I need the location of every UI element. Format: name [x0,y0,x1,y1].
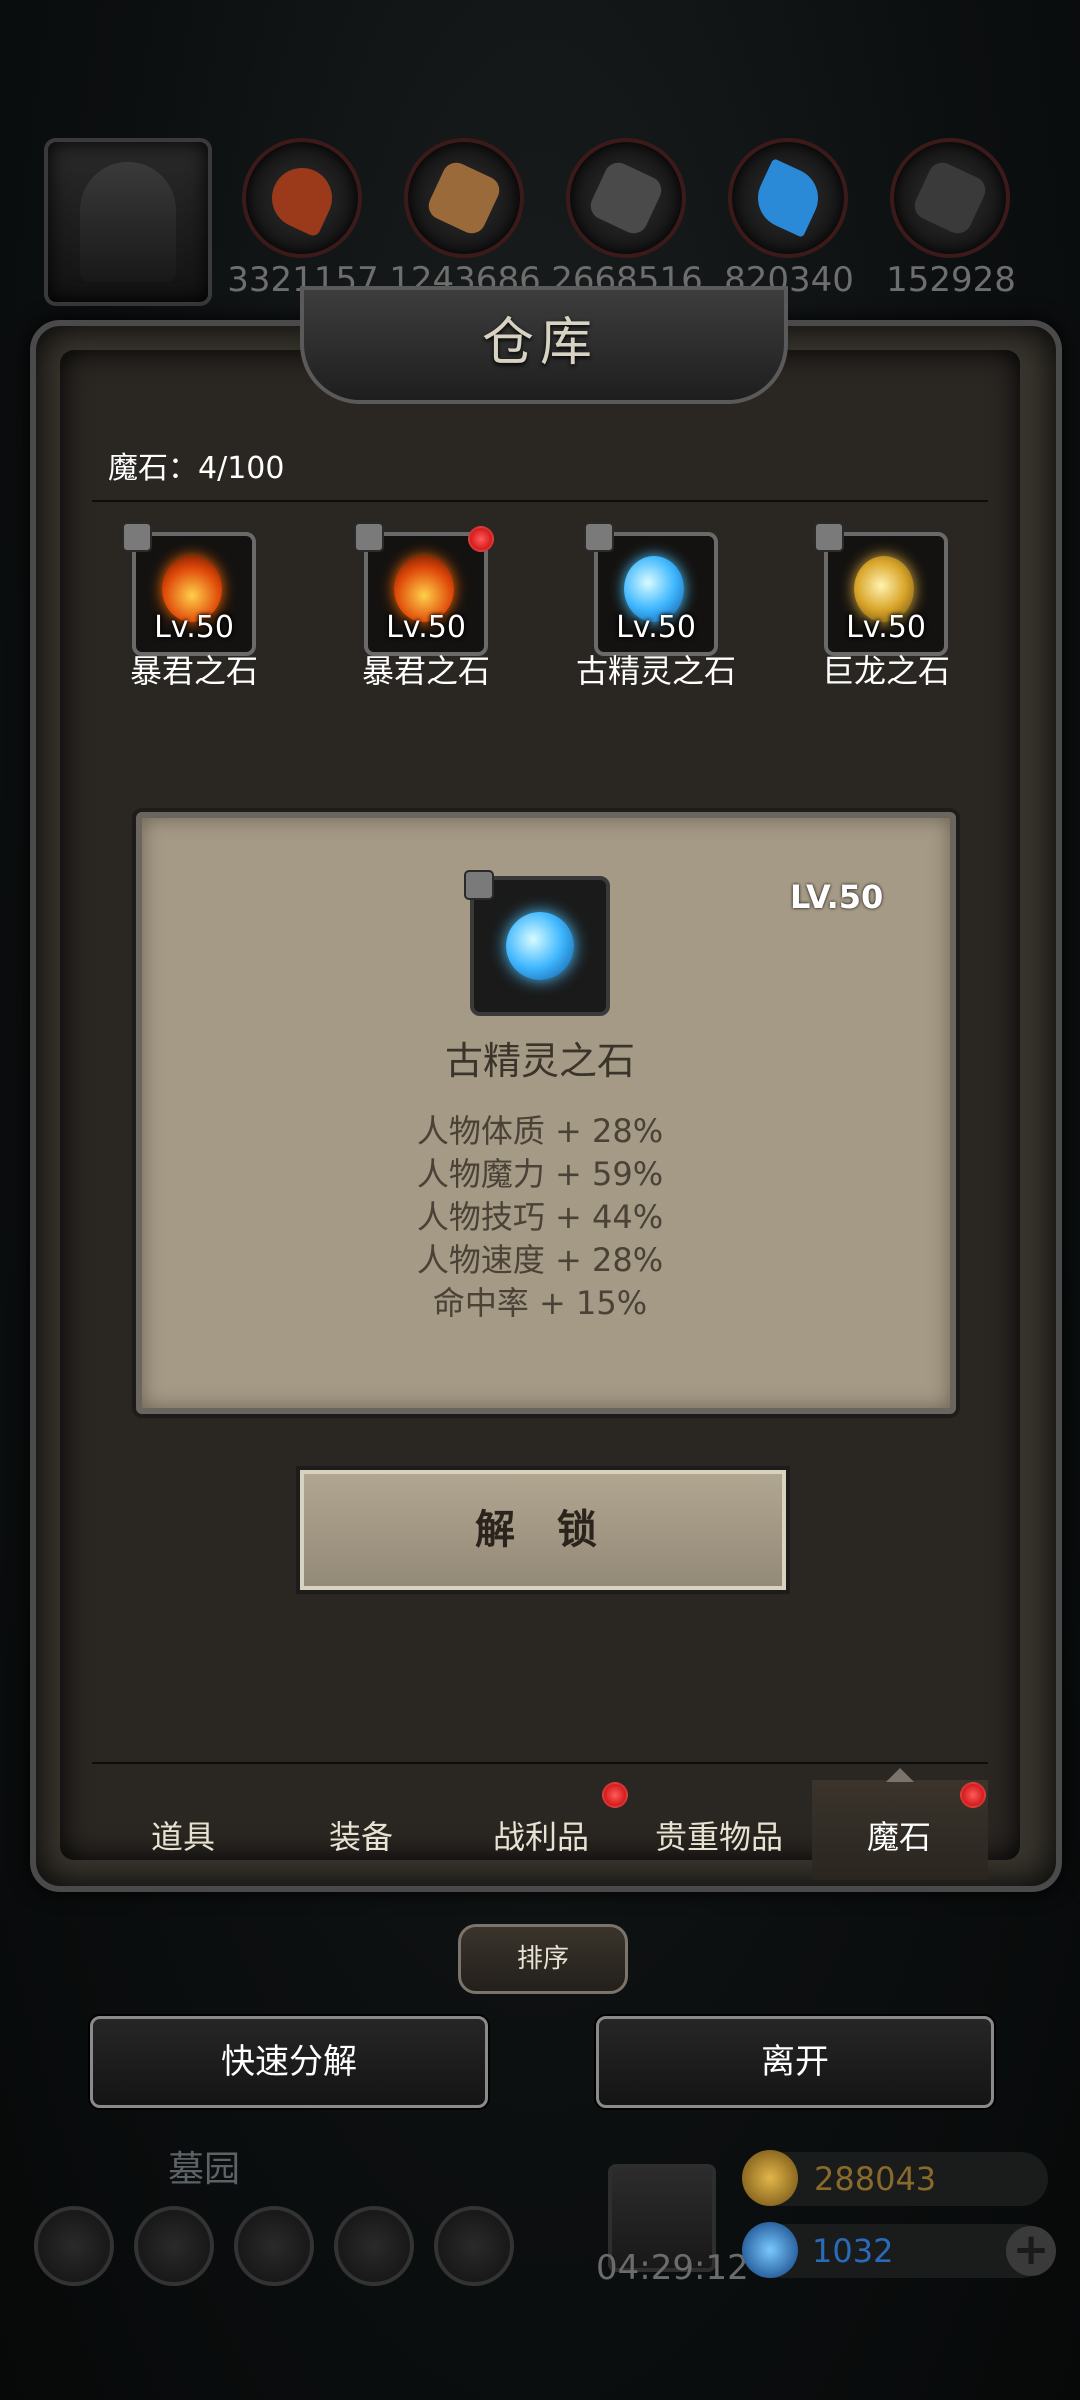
sort-button[interactable]: 排序 [458,1924,628,1994]
stone-name: 巨龙之石 [821,652,950,690]
detail-level: LV.50 [790,878,884,916]
tab-caret-icon [886,1768,914,1782]
wood-icon [424,158,504,238]
gold-amount: 288043 [814,2160,937,2198]
gold-coin-icon [742,2150,798,2206]
resource-wood[interactable] [404,138,524,258]
detail-stone-name: 古精灵之石 [444,1039,635,1083]
tab-loot[interactable]: 战利品 [452,1812,630,1858]
gem-amount: 1032 [812,2232,894,2270]
stat-line: 人物速度 + 28% [416,1241,664,1279]
stone-level: Lv.50 [616,610,696,645]
iron-icon [910,158,990,238]
meat-icon [262,158,342,238]
stone-slot-1[interactable]: Lv.50 [122,522,256,656]
stone-slot-3[interactable]: Lv.50 [584,522,718,656]
leave-button[interactable]: 离开 [596,2016,994,2108]
lock-icon [464,870,494,900]
resource-iron[interactable] [890,138,1010,258]
stone-icon [586,158,666,238]
divider-tabs [92,1762,988,1764]
panel-title: 仓库 [481,313,598,373]
add-gems-button[interactable]: + [1006,2226,1056,2276]
stone-slot-4[interactable]: Lv.50 [814,522,948,656]
stone-level: Lv.50 [154,610,234,645]
tab-items[interactable]: 道具 [94,1812,272,1858]
tab-equipment[interactable]: 装备 [272,1812,450,1858]
gift-timer: 04:29:12 [596,2248,749,2288]
iron-amount: 152928 [886,260,1016,300]
loot-badge [602,1782,628,1808]
resource-stone[interactable] [566,138,686,258]
unlock-button[interactable]: 解 锁 [300,1470,786,1590]
character-portrait[interactable] [44,138,212,306]
lock-icon [354,522,384,552]
stone-level: Lv.50 [386,610,466,645]
lock-icon [814,522,844,552]
stat-line: 人物技巧 + 44% [416,1198,664,1236]
tab-magic-stones[interactable]: 魔石 [810,1812,988,1858]
star-icon[interactable] [134,2206,214,2286]
mail-icon[interactable] [334,2206,414,2286]
zone-label: 墓园 [168,2149,241,2190]
stone-name: 暴君之石 [361,652,490,690]
settings-icon[interactable] [34,2206,114,2286]
stone-count: 魔石：4/100 [108,451,285,486]
stone-slot-2[interactable]: Lv.50 [354,522,494,656]
tab-valuables[interactable]: 贵重物品 [630,1812,808,1858]
lock-icon [122,522,152,552]
chest-icon[interactable] [434,2206,514,2286]
stat-line: 人物体质 + 28% [416,1112,664,1150]
crystal-icon [748,158,828,238]
divider-top [92,500,988,502]
stone-level: Lv.50 [846,610,926,645]
detail-stone-frame [464,870,610,1016]
resource-crystal[interactable] [728,138,848,258]
ice-stone-icon [506,912,574,980]
stat-line: 人物魔力 + 59% [416,1155,664,1193]
character-helmet-icon [80,162,176,282]
quick-decompose-button[interactable]: 快速分解 [90,2016,488,2108]
stone-name: 古精灵之石 [575,652,736,690]
gate-icon[interactable] [234,2206,314,2286]
new-badge [468,526,494,552]
resource-meat[interactable] [242,138,362,258]
stat-line: 命中率 + 15% [432,1284,648,1322]
gem-icon [742,2222,798,2278]
lock-icon [584,522,614,552]
magic-stone-badge [960,1782,986,1808]
stone-name: 暴君之石 [129,652,258,690]
